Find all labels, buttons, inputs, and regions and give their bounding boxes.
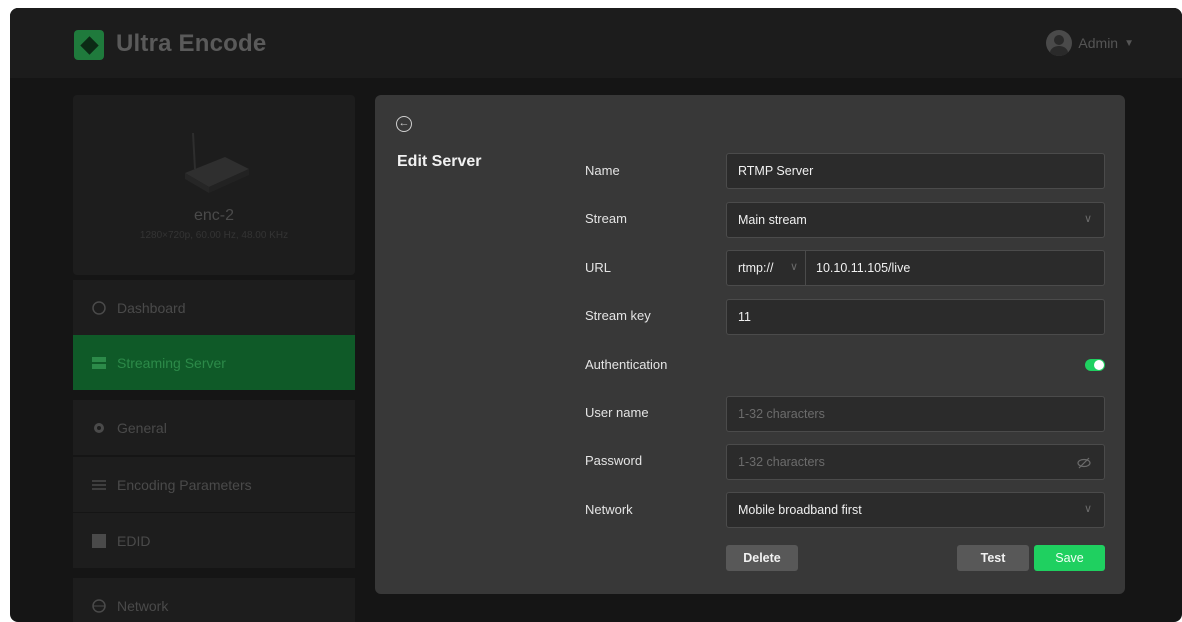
top-bar: Ultra Encode Admin ▼ bbox=[10, 8, 1182, 78]
user-menu[interactable]: Admin ▼ bbox=[1046, 30, 1134, 56]
stream-label: Stream bbox=[585, 211, 627, 226]
url-label: URL bbox=[585, 260, 612, 275]
sidebar-item-dashboard[interactable]: Dashboard bbox=[73, 280, 355, 335]
user-name-input[interactable]: 1-32 characters bbox=[726, 396, 1105, 432]
sidebar-item-label: Streaming Server bbox=[117, 354, 226, 371]
network-select-value: Mobile broadband first bbox=[738, 503, 862, 517]
sliders-icon bbox=[92, 479, 106, 490]
sidebar-item-label: EDID bbox=[117, 532, 151, 549]
test-button[interactable]: Test bbox=[957, 545, 1029, 571]
sidebar-item-label: Dashboard bbox=[117, 299, 186, 316]
stream-select[interactable]: Main stream ∨ bbox=[726, 202, 1105, 238]
edit-server-dialog: ← Edit Server Name RTMP Server Stream Ma… bbox=[375, 95, 1125, 594]
back-arrow-icon[interactable]: ← bbox=[396, 116, 412, 132]
url-protocol-select[interactable]: rtmp:// ∨ bbox=[726, 250, 806, 286]
user-name-label: User name bbox=[585, 405, 649, 420]
brand-logo-icon bbox=[74, 30, 104, 60]
sidebar-item-label: General bbox=[117, 419, 167, 436]
eye-off-icon[interactable] bbox=[1076, 455, 1092, 471]
avatar bbox=[1046, 30, 1073, 56]
dialog-title: Edit Server bbox=[397, 153, 482, 170]
user-name: Admin bbox=[1078, 35, 1119, 51]
url-protocol-value: rtmp:// bbox=[738, 261, 774, 275]
stream-select-value: Main stream bbox=[738, 213, 807, 227]
app-title: Ultra Encode bbox=[116, 30, 267, 57]
delete-button[interactable]: Delete bbox=[726, 545, 798, 571]
sidebar: enc-2 1280×720p, 60.00 Hz, 48.00 KHz Das… bbox=[73, 95, 355, 622]
sidebar-item-label: Network bbox=[117, 597, 169, 614]
password-label: Password bbox=[585, 453, 643, 468]
password-placeholder: 1-32 characters bbox=[738, 455, 825, 469]
edid-icon bbox=[92, 533, 106, 548]
sidebar-item-network[interactable]: Network bbox=[73, 578, 355, 622]
encoder-device-icon bbox=[185, 132, 249, 193]
network-select[interactable]: Mobile broadband first ∨ bbox=[726, 492, 1105, 528]
stream-key-input[interactable]: 11 bbox=[726, 299, 1105, 335]
chevron-down-icon: ∨ bbox=[1083, 213, 1092, 225]
gear-icon bbox=[94, 422, 104, 433]
stream-key-label: Stream key bbox=[585, 308, 651, 323]
sidebar-item-label: Encoding Parameters bbox=[117, 476, 252, 493]
url-host-input[interactable]: 10.10.11.105/live bbox=[805, 250, 1105, 286]
device-card: enc-2 1280×720p, 60.00 Hz, 48.00 KHz bbox=[73, 95, 355, 275]
network-label: Network bbox=[585, 502, 633, 517]
sidebar-item-encoding-parameters[interactable]: Encoding Parameters bbox=[73, 457, 355, 512]
dashboard-icon bbox=[92, 300, 106, 315]
name-label: Name bbox=[585, 163, 620, 178]
chevron-down-icon: ∨ bbox=[789, 261, 798, 273]
chevron-down-icon: ▼ bbox=[1124, 37, 1134, 49]
server-icon bbox=[92, 356, 106, 369]
name-input[interactable]: RTMP Server bbox=[726, 153, 1105, 189]
sidebar-item-edid[interactable]: EDID bbox=[73, 513, 355, 568]
chevron-down-icon: ∨ bbox=[1083, 503, 1092, 515]
authentication-label: Authentication bbox=[585, 357, 668, 372]
save-button[interactable]: Save bbox=[1034, 545, 1105, 571]
device-spec: 1280×720p, 60.00 Hz, 48.00 KHz bbox=[139, 230, 289, 241]
password-input[interactable]: 1-32 characters bbox=[726, 444, 1105, 480]
authentication-toggle[interactable] bbox=[1085, 359, 1105, 371]
sidebar-item-general[interactable]: General bbox=[73, 400, 355, 455]
device-name: enc-2 bbox=[193, 207, 235, 224]
globe-icon bbox=[92, 598, 106, 613]
sidebar-item-streaming-server[interactable]: Streaming Server bbox=[73, 335, 355, 390]
